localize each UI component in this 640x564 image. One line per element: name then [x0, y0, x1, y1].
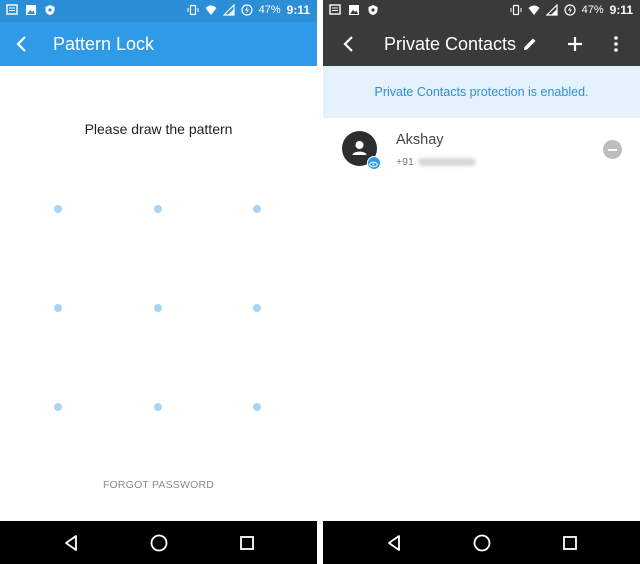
home-icon[interactable] — [148, 532, 170, 554]
pattern-dot[interactable] — [154, 304, 162, 312]
app-bar: Private Contacts — [323, 22, 640, 66]
back-icon[interactable] — [60, 532, 82, 554]
battery-percentage: 47% — [258, 4, 281, 16]
app-bar: Pattern Lock — [0, 22, 317, 66]
edit-icon[interactable] — [518, 32, 542, 56]
pattern-dot[interactable] — [253, 304, 261, 312]
pattern-dot[interactable] — [253, 403, 261, 411]
back-arrow-icon[interactable] — [10, 32, 34, 56]
image-icon — [26, 5, 36, 15]
pattern-dot[interactable] — [54, 403, 62, 411]
page-title: Pattern Lock — [53, 34, 155, 54]
pattern-lock-screen: 47% 9:11 Pattern Lock Please draw the pa… — [0, 0, 317, 564]
pattern-dot[interactable] — [54, 205, 62, 213]
battery-icon — [241, 4, 253, 16]
battery-icon — [564, 4, 576, 16]
battery-percentage: 47% — [581, 4, 604, 16]
pattern-dot[interactable] — [253, 205, 261, 213]
number-prefix: +91 — [396, 156, 414, 168]
image-icon — [349, 5, 359, 15]
vibrate-icon — [510, 4, 522, 16]
status-bar: 47% 9:11 — [0, 0, 317, 22]
forgot-password-link[interactable]: FORGOT PASSWORD — [0, 479, 317, 491]
contact-name: Akshay — [396, 132, 444, 148]
private-contacts-screen: 47% 9:11 Private Contacts Private Contac… — [323, 0, 640, 564]
blurred-number — [417, 158, 476, 167]
add-icon[interactable] — [563, 32, 587, 56]
signal-icon — [222, 4, 235, 16]
protection-banner: Private Contacts protection is enabled. — [323, 66, 640, 118]
navigation-bar — [0, 521, 317, 564]
eye-badge-icon — [367, 156, 381, 170]
home-icon[interactable] — [471, 532, 493, 554]
page-title: Private Contacts — [384, 34, 517, 54]
navigation-bar — [323, 521, 640, 564]
signal-icon — [545, 4, 558, 16]
status-bar: 47% 9:11 — [323, 0, 640, 22]
back-arrow-icon[interactable] — [337, 32, 361, 56]
recents-icon[interactable] — [559, 532, 581, 554]
remove-contact-button[interactable] — [603, 140, 622, 159]
more-vert-icon[interactable] — [604, 32, 628, 56]
vibrate-icon — [187, 4, 199, 16]
status-time: 9:11 — [286, 3, 310, 17]
back-icon[interactable] — [383, 532, 405, 554]
message-icon — [329, 4, 341, 15]
wifi-icon — [528, 5, 540, 15]
recents-icon[interactable] — [236, 532, 258, 554]
pattern-prompt: Please draw the pattern — [84, 121, 233, 137]
wifi-icon — [205, 5, 217, 15]
pattern-dot[interactable] — [54, 304, 62, 312]
shield-icon — [368, 5, 378, 15]
list-item[interactable]: Akshay +91 — [323, 118, 640, 182]
shield-icon — [45, 5, 55, 15]
pattern-dot[interactable] — [154, 205, 162, 213]
pattern-dot[interactable] — [154, 403, 162, 411]
contact-number: +91 — [396, 156, 476, 168]
status-time: 9:11 — [609, 3, 633, 17]
message-icon — [6, 4, 18, 15]
